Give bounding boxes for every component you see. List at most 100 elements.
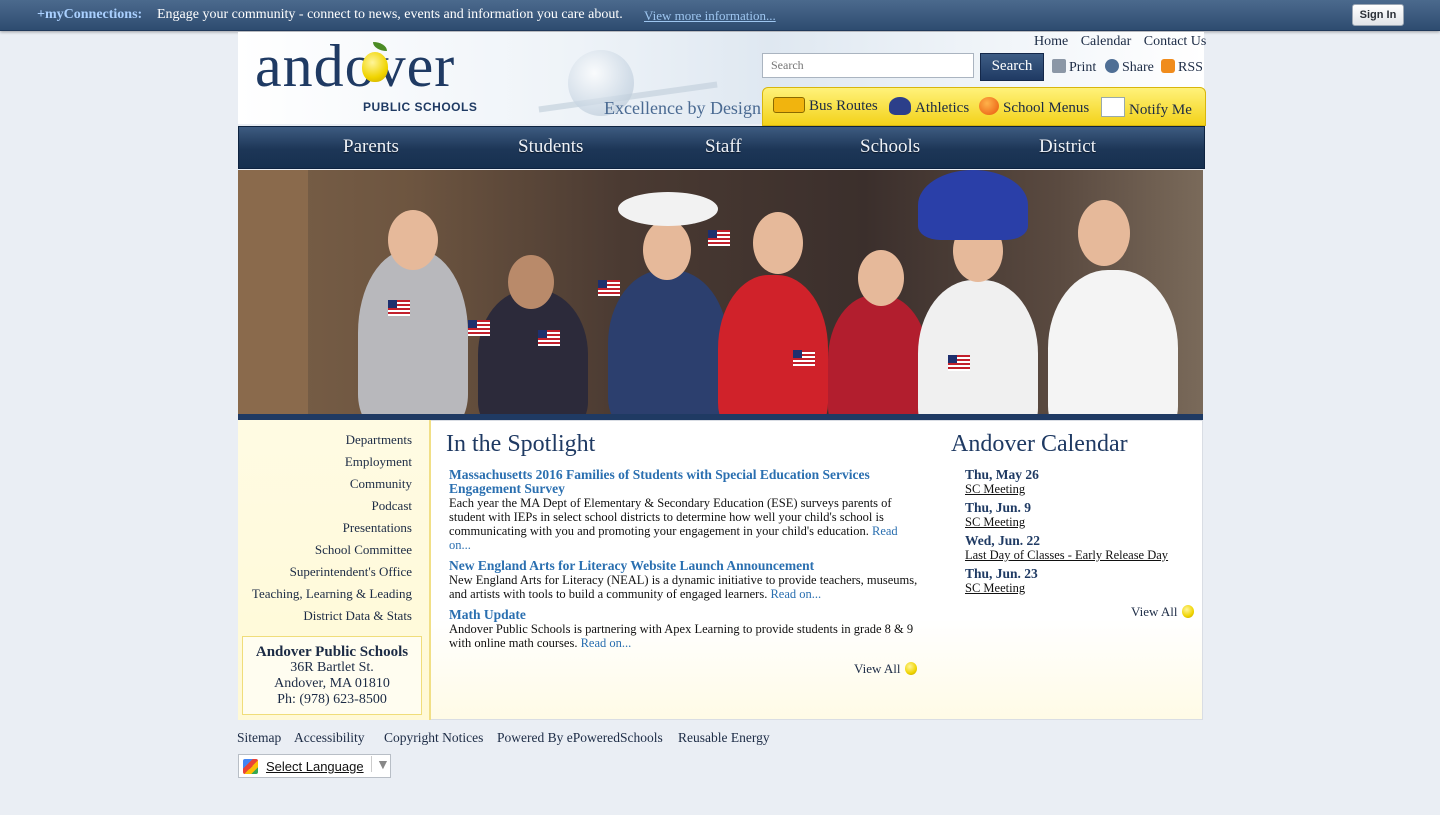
school-menus-label: School Menus [1003,100,1090,116]
bus-routes-link[interactable]: Bus Routes [773,97,878,115]
utility-links: Home Calendar Contact Us [1034,34,1215,50]
nav-district[interactable]: District [1039,136,1096,158]
share-icon [1105,59,1119,73]
calendar-view-all-link[interactable]: View All [1131,604,1194,620]
athletics-label: Athletics [915,100,970,116]
nav-staff[interactable]: Staff [705,136,742,158]
sidebar-item-podcast[interactable]: Podcast [372,498,412,514]
calendar-event-link[interactable]: Last Day of Classes - Early Release Day [965,548,1168,563]
calendar-heading: Andover Calendar [951,431,1128,457]
myconnections-brand: +myConnections: [37,7,143,22]
hero-face [643,220,691,280]
footer-reusable-energy-link[interactable]: Reusable Energy [678,730,770,746]
calendar-event-link[interactable]: SC Meeting [965,581,1025,596]
us-flag-icon [538,330,560,346]
sidebar-item-employment[interactable]: Employment [345,454,412,470]
search-input[interactable] [762,53,974,78]
share-link[interactable]: Share [1105,59,1154,76]
story-body: New England Arts for Literacy (NEAL) is … [449,573,919,601]
story-body: Each year the MA Dept of Elementary & Se… [449,496,919,552]
share-label: Share [1122,60,1154,75]
nav-parents[interactable]: Parents [343,136,399,158]
hero-door [238,170,308,414]
printer-icon [1052,59,1066,73]
print-label: Print [1069,60,1097,75]
spotlight-view-all-link[interactable]: View All [854,661,917,677]
address-phone: Ph: (978) 623-8500 [277,692,387,707]
footer-sitemap-link[interactable]: Sitemap [237,730,281,746]
school-bus-icon [773,97,805,113]
hero-hat [618,192,718,226]
hero-photo [238,170,1203,414]
apple-icon [1181,605,1194,618]
hero-face [1078,200,1130,266]
address-box: Andover Public Schools 36R Bartlet St. A… [242,636,422,715]
story-body: Andover Public Schools is partnering wit… [449,622,919,650]
search-button[interactable]: Search [980,53,1044,81]
contact-us-link[interactable]: Contact Us [1144,34,1207,49]
calendar-date: Wed, Jun. 22 [965,533,1041,548]
logo-wordmark: andover [255,33,456,99]
notify-me-label: Notify Me [1129,102,1192,118]
story-text: Andover Public Schools is partnering wit… [449,622,914,650]
us-flag-icon [948,355,970,371]
calendar-event-link[interactable]: SC Meeting [965,515,1025,530]
calendar-link[interactable]: Calendar [1081,34,1132,49]
hero-child [828,295,928,414]
us-flag-icon [708,230,730,246]
sidebar-item-departments[interactable]: Departments [346,432,412,448]
footer-copyright-link[interactable]: Copyright Notices [384,730,483,746]
sidebar-item-teaching-learning[interactable]: Teaching, Learning & Leading [252,586,412,602]
sign-in-button[interactable]: Sign In [1352,4,1404,26]
bus-routes-label: Bus Routes [809,98,878,114]
apple-icon [904,662,917,675]
andover-logo[interactable]: andover PUBLIC SCHOOLS [255,33,477,114]
hero-child [918,280,1038,414]
fruit-icon [979,97,999,115]
sidebar-item-community[interactable]: Community [350,476,412,492]
footer-accessibility-link[interactable]: Accessibility [294,730,365,746]
sidebar-item-district-data[interactable]: District Data & Stats [303,608,412,624]
footer-powered-by-link[interactable]: Powered By ePoweredSchools [497,730,663,746]
calendar-event-link[interactable]: SC Meeting [965,482,1025,497]
read-on-link[interactable]: Read on... [770,587,821,601]
address-city: Andover, MA 01810 [274,676,390,691]
language-select[interactable]: Select Language ▼ [238,754,391,778]
nav-schools[interactable]: Schools [860,136,920,158]
view-all-label: View All [854,661,901,676]
google-icon [243,759,258,774]
notify-me-link[interactable]: Notify Me [1101,97,1192,119]
hero-face [753,212,803,274]
calendar-date: Thu, May 26 [965,467,1039,482]
read-on-link[interactable]: Read on... [581,636,632,650]
dropdown-arrow-icon: ▼ [371,756,390,772]
main-nav: Parents Students Staff Schools District [238,126,1205,169]
us-flag-icon [793,350,815,366]
language-select-label: Select Language [266,759,364,774]
sidebar-item-superintendent[interactable]: Superintendent's Office [290,564,412,580]
story-title[interactable]: Massachusetts 2016 Families of Students … [449,468,919,496]
athletics-link[interactable]: Athletics [889,97,969,117]
calendar-date: Thu, Jun. 9 [965,500,1032,515]
home-link[interactable]: Home [1034,34,1068,49]
view-more-info-link[interactable]: View more information... [644,8,776,24]
school-menus-link[interactable]: School Menus [979,97,1089,117]
sidebar-item-school-committee[interactable]: School Committee [315,542,412,558]
hero-face [508,255,554,309]
quick-links-bar: Bus Routes Athletics School Menus Notify… [762,87,1206,126]
rss-icon [1161,59,1175,73]
hero-child [608,270,728,414]
rss-label: RSS [1178,60,1203,75]
rss-link[interactable]: RSS [1161,59,1203,76]
sidebar-item-presentations[interactable]: Presentations [343,520,412,536]
hero-face [388,210,438,270]
hero-hat [918,170,1028,240]
story-text: Each year the MA Dept of Elementary & Se… [449,496,892,538]
envelope-icon [1101,97,1125,117]
print-link[interactable]: Print [1052,59,1096,76]
us-flag-icon [598,280,620,296]
us-flag-icon [468,320,490,336]
story-title[interactable]: Math Update [449,608,919,622]
story-title[interactable]: New England Arts for Literacy Website La… [449,559,919,573]
nav-students[interactable]: Students [518,136,583,158]
